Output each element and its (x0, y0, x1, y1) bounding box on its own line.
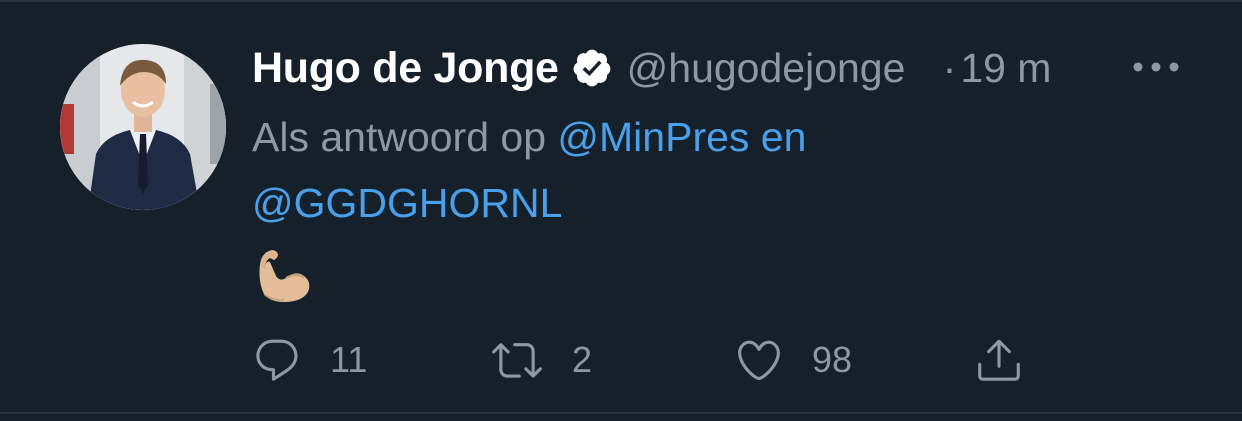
tweet-actions: 11 2 98 (252, 330, 1052, 390)
avatar-photo (60, 44, 226, 210)
retweet-icon[interactable] (490, 335, 544, 385)
like-count: 98 (812, 339, 853, 380)
mention-joiner: en (749, 114, 807, 160)
timestamp[interactable]: 19 m (960, 45, 1051, 92)
like-action[interactable]: 98 (734, 330, 852, 390)
reply-prefix: Als antwoord op (252, 114, 558, 160)
reply-icon[interactable] (252, 335, 302, 385)
retweet-count: 2 (572, 339, 593, 380)
avatar[interactable] (60, 44, 226, 210)
share-action[interactable] (974, 330, 1024, 390)
bottom-divider (0, 412, 1242, 414)
mention-minpres[interactable]: @MinPres (557, 114, 749, 160)
retweet-action[interactable]: 2 (490, 330, 592, 390)
more-horizontal-icon[interactable] (1132, 58, 1180, 76)
tweet-header: Hugo de Jonge @hugodejonge · 19 m (252, 40, 1051, 96)
flexed-biceps-emoji (254, 246, 314, 306)
share-icon[interactable] (974, 335, 1024, 385)
reply-count: 11 (330, 339, 368, 380)
display-name[interactable]: Hugo de Jonge (252, 44, 559, 93)
reply-action[interactable]: 11 (252, 330, 367, 390)
separator-dot: · (942, 44, 957, 91)
verified-badge-icon (571, 47, 613, 89)
handle[interactable]: @hugodejonge (627, 45, 909, 92)
heart-icon[interactable] (734, 335, 784, 385)
mention-ggdghornl[interactable]: @GGDGHORNL (252, 180, 562, 226)
tweet[interactable]: Hugo de Jonge @hugodejonge · 19 m Als an… (0, 0, 1242, 410)
reply-context: Als antwoord op @MinPres en @GGDGHORNL (252, 104, 952, 236)
